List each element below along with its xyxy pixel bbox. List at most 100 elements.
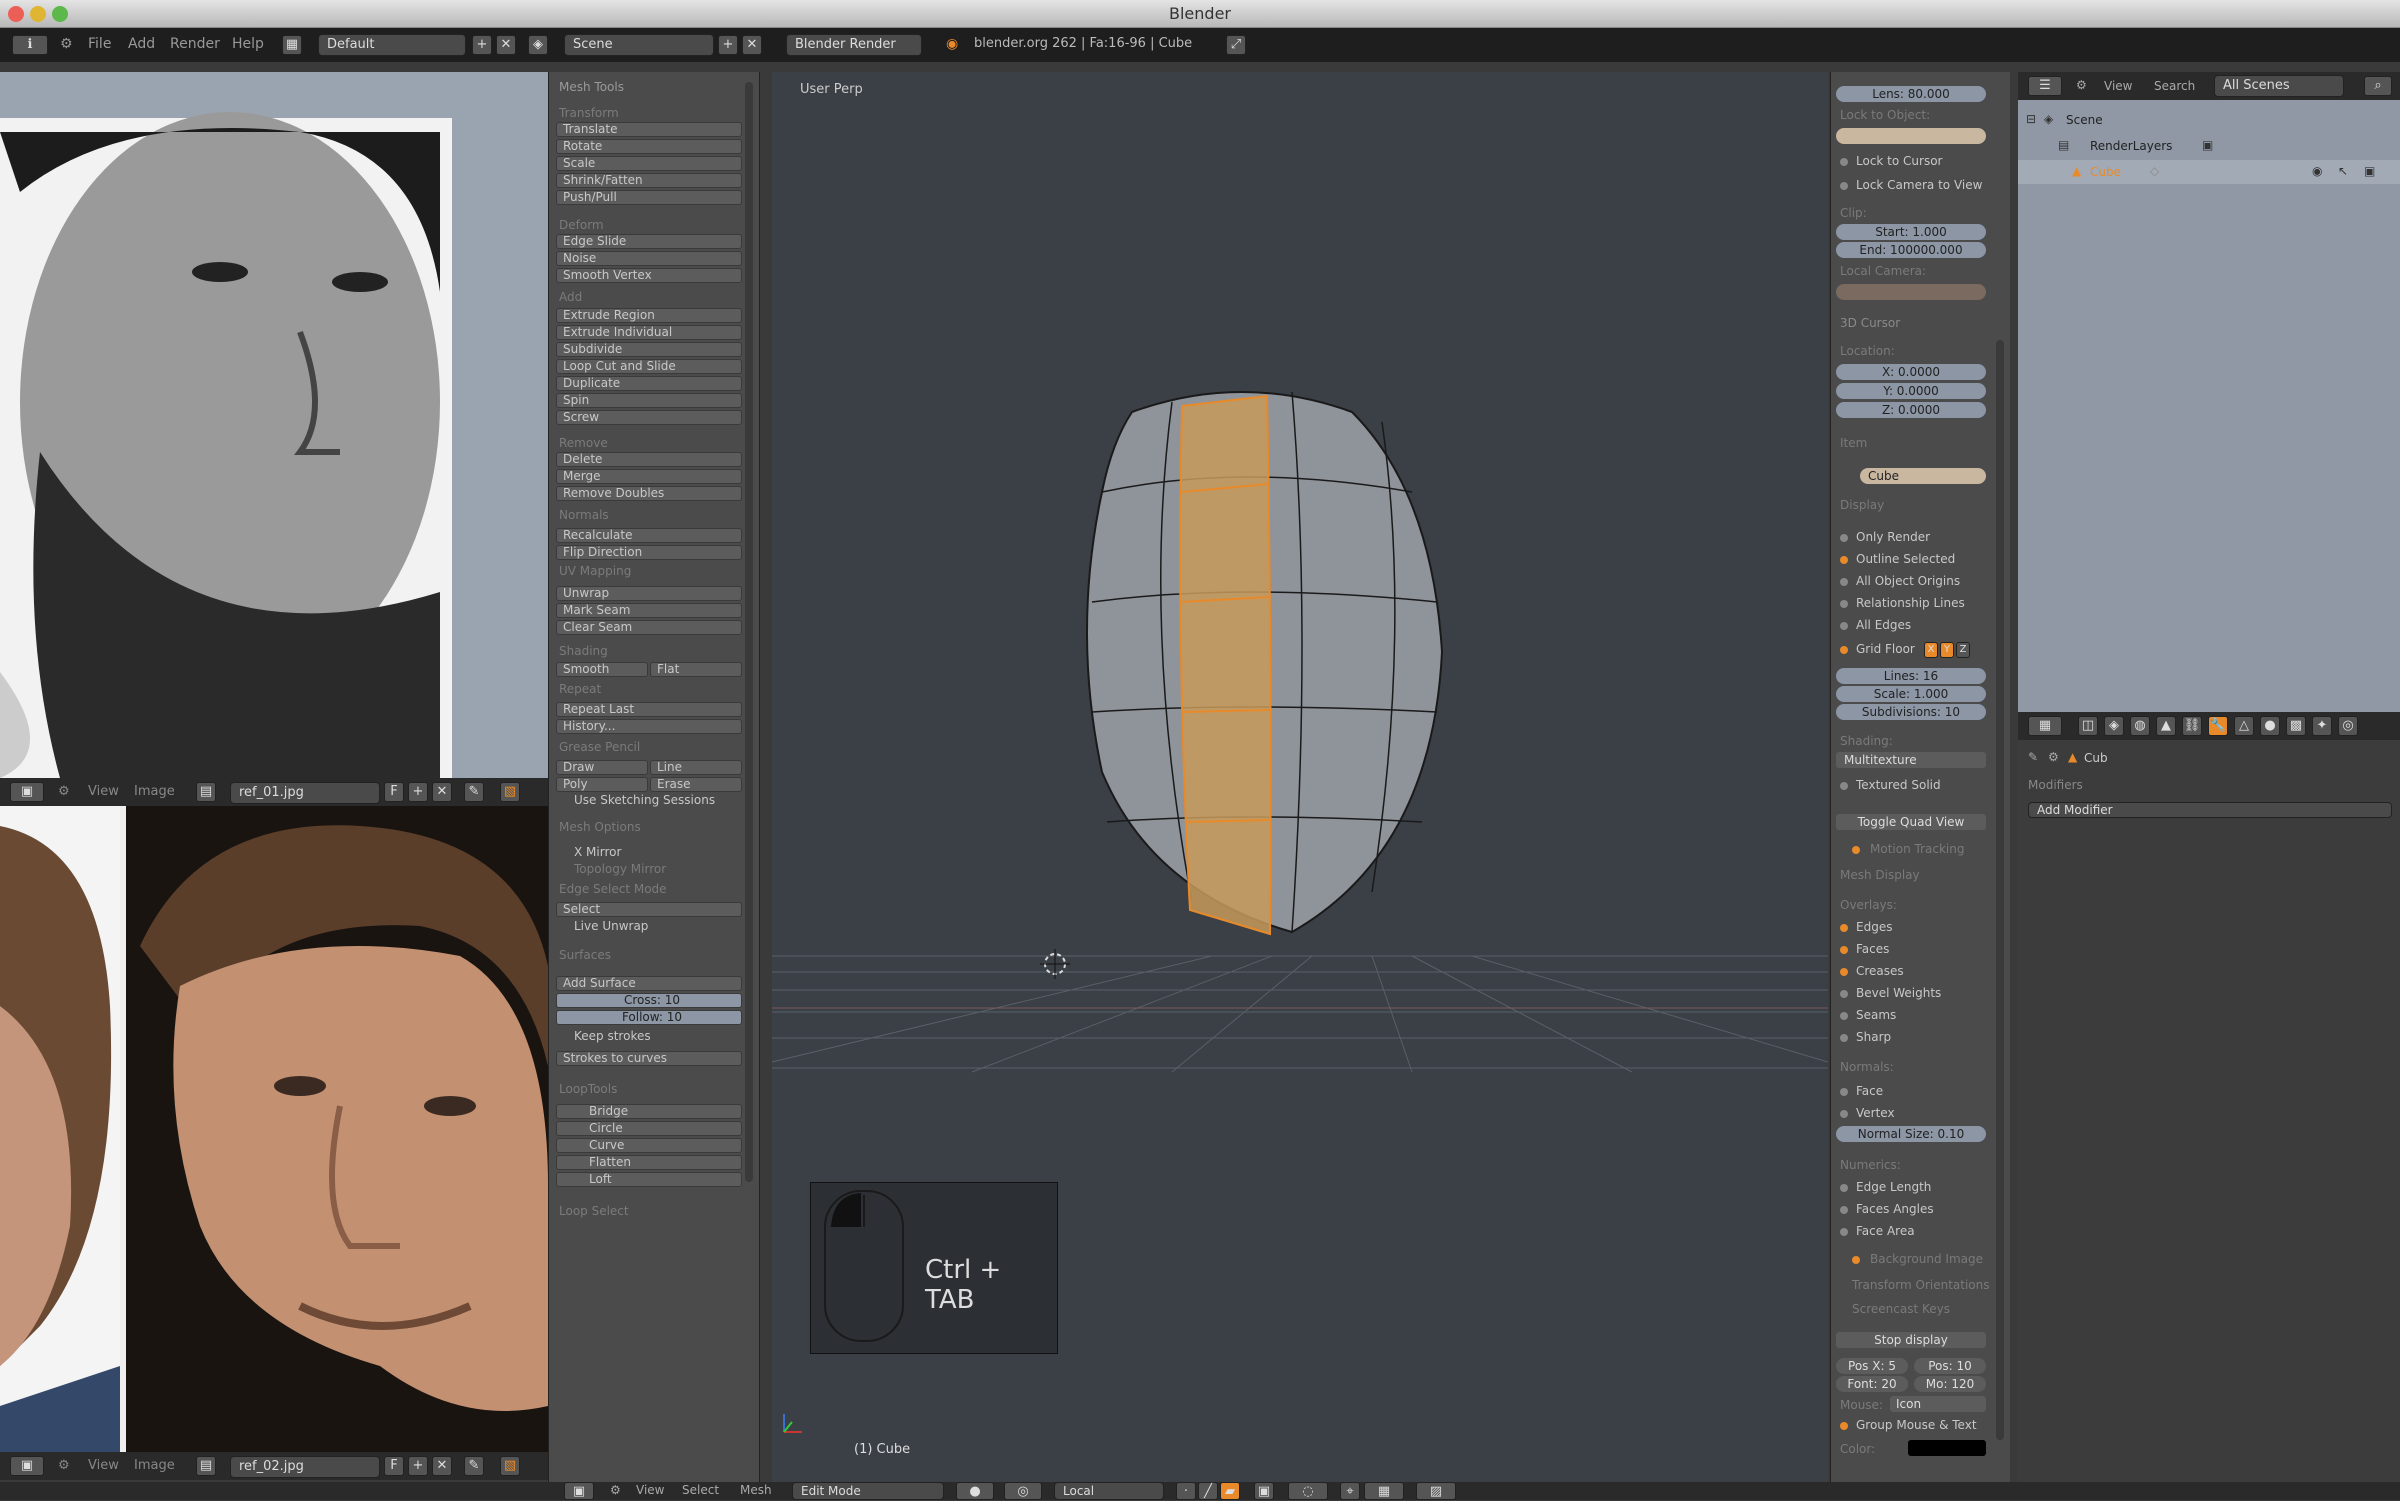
- header-menu-icon[interactable]: ⚙: [2076, 78, 2087, 92]
- screen-layout-icon[interactable]: ▦: [282, 35, 302, 55]
- particles-tab-icon[interactable]: ✦: [2312, 716, 2332, 736]
- normal-size-field[interactable]: Normal Size: 0.10: [1836, 1126, 1986, 1142]
- editor-type-icon[interactable]: ▦: [2028, 716, 2062, 736]
- edge-select-icon[interactable]: ╱: [1198, 1482, 1218, 1500]
- grid-axis-z-toggle[interactable]: Z: [1956, 642, 1970, 658]
- vertex-select-icon[interactable]: ·: [1176, 1482, 1196, 1500]
- outliner[interactable]: ☰ ⚙ View Search All Scenes ⌕ ⊟ ◈ Scene ▤…: [2018, 72, 2400, 712]
- render-engine-select[interactable]: Blender Render: [786, 34, 922, 56]
- add-surface-button[interactable]: Add Surface: [556, 976, 742, 991]
- editor-type-icon[interactable]: ▣: [10, 782, 44, 802]
- mark-seam-button[interactable]: Mark Seam: [556, 603, 742, 618]
- cursor-y-field[interactable]: Y: 0.0000: [1836, 383, 1986, 399]
- loop-cut-button[interactable]: Loop Cut and Slide: [556, 359, 742, 374]
- flat-shading-button[interactable]: Flat: [650, 662, 742, 677]
- clear-seam-button[interactable]: Clear Seam: [556, 620, 742, 635]
- mouse-mode-dropdown[interactable]: Icon: [1890, 1396, 1986, 1412]
- flatten-button[interactable]: Flatten: [556, 1155, 742, 1170]
- all-edges-checkbox-icon[interactable]: [1840, 622, 1848, 630]
- fake-user-button[interactable]: F: [384, 1456, 404, 1476]
- outline-selected-checkbox-icon[interactable]: [1840, 556, 1848, 564]
- snap-icon[interactable]: ⌖: [1340, 1482, 1360, 1500]
- repeat-last-button[interactable]: Repeat Last: [556, 702, 742, 717]
- header-menu-icon[interactable]: ⚙: [58, 784, 70, 799]
- strokes-to-curves-button[interactable]: Strokes to curves: [556, 1051, 742, 1066]
- transform-orientation-select[interactable]: Local: [1054, 1482, 1164, 1500]
- menu-add[interactable]: Add: [128, 36, 155, 52]
- edge-slide-button[interactable]: Edge Slide: [556, 234, 742, 249]
- image-browse-icon[interactable]: ▤: [196, 1456, 216, 1476]
- pin-icon[interactable]: ✎: [464, 782, 484, 802]
- menu-render[interactable]: Render: [170, 36, 220, 52]
- occlude-geometry-icon[interactable]: ▣: [1254, 1482, 1274, 1500]
- grease-poly-button[interactable]: Poly: [556, 777, 648, 792]
- push-pull-button[interactable]: Push/Pull: [556, 190, 742, 205]
- sharp-checkbox-icon[interactable]: [1840, 1034, 1848, 1042]
- face-select-icon[interactable]: ▰: [1220, 1482, 1240, 1500]
- lock-camera-checkbox-icon[interactable]: [1840, 182, 1848, 190]
- outliner-search-icon[interactable]: ⌕: [2364, 76, 2392, 96]
- section-mesh-options[interactable]: Mesh Options: [559, 820, 641, 834]
- toggle-quad-view-button[interactable]: Toggle Quad View: [1836, 814, 1986, 830]
- fullscreen-icon[interactable]: ⤢: [1226, 35, 1246, 55]
- faces-checkbox-icon[interactable]: [1840, 946, 1848, 954]
- pin-icon[interactable]: ✎: [464, 1456, 484, 1476]
- info-menu-icon[interactable]: ⚙: [60, 36, 73, 52]
- menu-file[interactable]: File: [88, 36, 111, 52]
- recalculate-button[interactable]: Recalculate: [556, 528, 742, 543]
- face-angles-checkbox-icon[interactable]: [1840, 1206, 1848, 1214]
- group-mouse-checkbox-icon[interactable]: [1840, 1422, 1848, 1430]
- screen-layout-select[interactable]: Default: [318, 34, 466, 56]
- topology-mirror-checkbox[interactable]: Topology Mirror: [556, 863, 742, 878]
- menu-view[interactable]: View: [636, 1483, 664, 1497]
- uv-sync-icon[interactable]: ▧: [500, 1456, 520, 1476]
- interaction-mode-select[interactable]: Edit Mode: [792, 1482, 944, 1500]
- live-unwrap-checkbox[interactable]: Live Unwrap: [556, 920, 742, 935]
- properties-region-scrollbar[interactable]: [1996, 340, 2004, 1440]
- unlink-image-button[interactable]: ✕: [432, 782, 452, 802]
- grid-floor-checkbox-icon[interactable]: [1840, 646, 1848, 654]
- textured-solid-checkbox-icon[interactable]: [1840, 782, 1848, 790]
- new-image-button[interactable]: +: [408, 782, 428, 802]
- cross-field[interactable]: Cross: 10: [556, 993, 742, 1008]
- clip-end-field[interactable]: End: 100000.000: [1836, 242, 1986, 258]
- pin-icon[interactable]: ✎: [2028, 750, 2038, 764]
- smooth-shading-button[interactable]: Smooth: [556, 662, 648, 677]
- editor-type-icon[interactable]: ☰: [2028, 76, 2062, 96]
- material-tab-icon[interactable]: ●: [2260, 716, 2280, 736]
- flip-direction-button[interactable]: Flip Direction: [556, 545, 742, 560]
- scene-icon[interactable]: ◈: [528, 35, 548, 55]
- world-tab-icon[interactable]: ◍: [2130, 716, 2150, 736]
- history-button[interactable]: History...: [556, 719, 742, 734]
- item-name-field[interactable]: Cube: [1860, 468, 1986, 484]
- use-sketching-checkbox[interactable]: Use Sketching Sessions: [556, 794, 742, 809]
- data-tab-icon[interactable]: △: [2234, 716, 2254, 736]
- scene-select[interactable]: Scene: [564, 34, 714, 56]
- menu-view[interactable]: View: [88, 784, 119, 799]
- menu-image[interactable]: Image: [134, 784, 175, 799]
- outliner-row-cube[interactable]: ▲ Cube ◇ ◉ ↖ ▣: [2018, 160, 2400, 184]
- pos-y-field[interactable]: Pos: 10: [1914, 1358, 1986, 1374]
- merge-button[interactable]: Merge: [556, 469, 742, 484]
- grid-scale-field[interactable]: Scale: 1.000: [1836, 686, 1986, 702]
- grid-axis-y-toggle[interactable]: Y: [1940, 642, 1954, 658]
- color-swatch[interactable]: [1908, 1440, 1986, 1456]
- extrude-individual-button[interactable]: Extrude Individual: [556, 325, 742, 340]
- visibility-eye-icon[interactable]: ◉: [2312, 164, 2322, 178]
- vertex-normals-checkbox-icon[interactable]: [1840, 1110, 1848, 1118]
- lock-object-field[interactable]: [1836, 128, 1986, 144]
- bridge-button[interactable]: Bridge: [556, 1104, 742, 1119]
- scale-button[interactable]: Scale: [556, 156, 742, 171]
- display-mode-select[interactable]: All Scenes: [2214, 75, 2344, 97]
- render-camera-icon[interactable]: ▣: [2364, 164, 2375, 178]
- image-editor-bottom[interactable]: [0, 806, 549, 1452]
- extrude-region-button[interactable]: Extrude Region: [556, 308, 742, 323]
- image-name-field[interactable]: ref_02.jpg: [230, 1456, 380, 1478]
- seams-checkbox-icon[interactable]: [1840, 1012, 1848, 1020]
- follow-field[interactable]: Follow: 10: [556, 1010, 742, 1025]
- relationship-lines-checkbox-icon[interactable]: [1840, 600, 1848, 608]
- background-image-checkbox-icon[interactable]: [1852, 1256, 1860, 1264]
- subdivide-button[interactable]: Subdivide: [556, 342, 742, 357]
- grease-draw-button[interactable]: Draw: [556, 760, 648, 775]
- image-name-field[interactable]: ref_01.jpg: [230, 782, 380, 804]
